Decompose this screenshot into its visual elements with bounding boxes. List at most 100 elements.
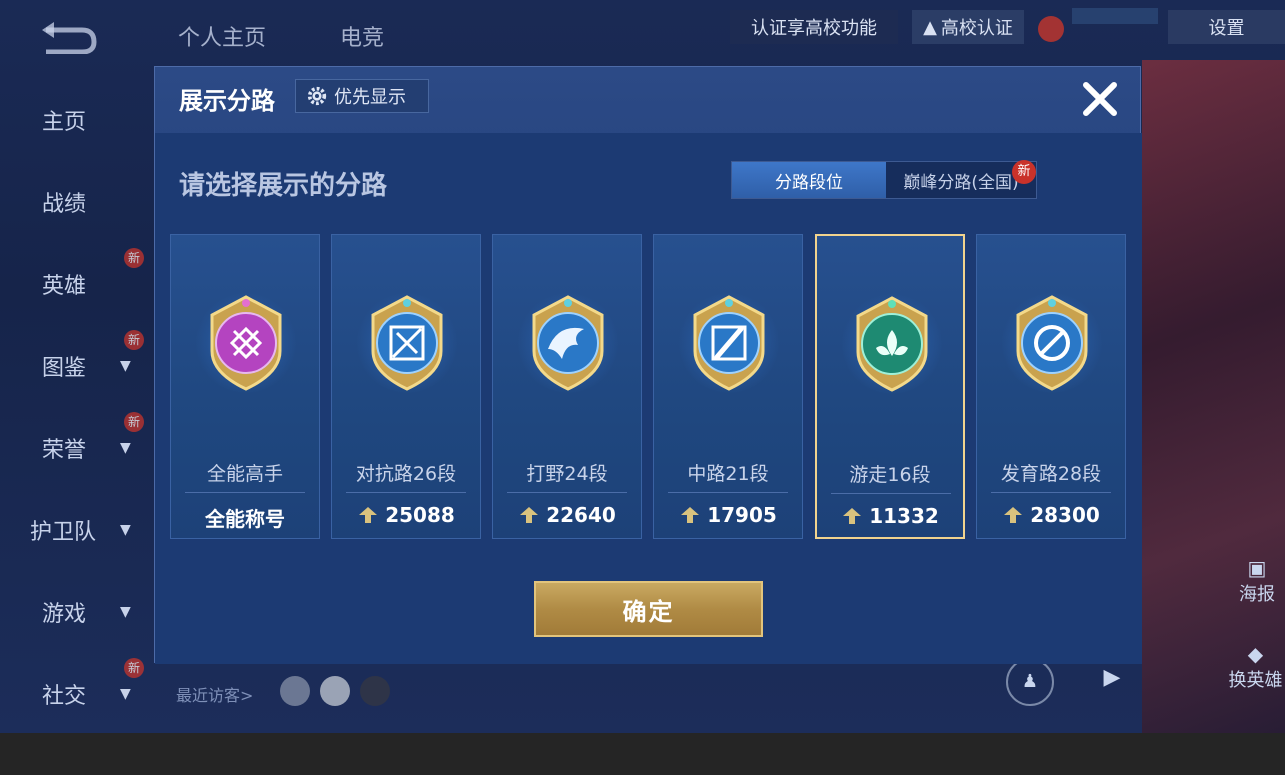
lane-mode-switch: 分路段位 巅峰分路(全国) 新 xyxy=(731,160,1037,199)
priority-display-button[interactable]: 优先显示 xyxy=(295,79,429,113)
lane-card-allround[interactable]: 全能高手 全能称号 xyxy=(170,234,320,539)
sidebar-item-label: 英雄 xyxy=(42,274,87,299)
sidebar-item-hero[interactable]: 英雄 新 xyxy=(0,248,155,314)
system-bottom-bar xyxy=(0,733,1285,775)
sword-emblem-icon xyxy=(371,295,443,391)
new-badge: 新 xyxy=(124,330,144,350)
poster-icon: ▣ xyxy=(1247,556,1267,580)
tab-profile[interactable]: 个人主页 xyxy=(178,20,266,52)
visitor-avatar[interactable] xyxy=(320,676,350,706)
close-icon[interactable] xyxy=(1080,79,1120,119)
lane-card-score-text: 22640 xyxy=(546,503,616,527)
wings-emblem-icon xyxy=(856,296,928,392)
card-divider xyxy=(668,492,788,493)
gear-icon xyxy=(307,86,327,106)
rank-points-icon xyxy=(843,508,862,524)
lane-card-clash[interactable]: 对抗路26段 25088 xyxy=(331,234,481,539)
lane-card-score: 全能称号 xyxy=(171,503,319,532)
rank-points-icon xyxy=(520,507,539,523)
sidebar-item-record[interactable]: 战绩 xyxy=(0,172,155,232)
swap-hero-button[interactable]: ◆ 换英雄 xyxy=(1226,642,1285,692)
card-divider xyxy=(831,493,951,494)
sidebar-item-label: 荣誉 xyxy=(42,438,87,463)
card-divider xyxy=(346,492,466,493)
swap-hero-icon: ◆ xyxy=(1247,642,1264,666)
new-badge: 新 xyxy=(124,248,144,268)
campus-verify-button[interactable]: ▲ 高校认证 xyxy=(912,10,1024,44)
dragon-emblem-icon xyxy=(532,295,604,391)
card-divider xyxy=(185,492,305,493)
dialog-title: 展示分路 xyxy=(179,87,275,115)
swap-hero-label: 换英雄 xyxy=(1228,670,1283,691)
lane-card-name: 全能高手 xyxy=(206,463,283,485)
sidebar-item-home[interactable]: 主页 xyxy=(0,90,155,150)
lane-card-jungle[interactable]: 打野24段 22640 xyxy=(492,234,642,539)
chevron-down-icon: ▼ xyxy=(120,604,131,620)
sidebar-item-label: 护卫队 xyxy=(30,520,97,545)
hero-artwork xyxy=(1142,60,1285,733)
card-divider xyxy=(507,492,627,493)
lane-card-score: 17905 xyxy=(654,503,802,527)
recent-visitors-link[interactable]: 最近访客> xyxy=(176,682,253,706)
chevron-down-icon: ▼ xyxy=(120,440,131,456)
tab-esports[interactable]: 电竞 xyxy=(340,20,384,52)
vip-status-bar xyxy=(1072,8,1158,24)
lane-card-name: 打野24段 xyxy=(526,463,608,485)
sidebar-item-label: 战绩 xyxy=(42,192,87,217)
lane-card-name: 游走16段 xyxy=(849,464,931,486)
lane-card-score: 22640 xyxy=(493,503,641,527)
settings-button[interactable]: 设置 xyxy=(1168,10,1285,44)
lane-card-name: 对抗路26段 xyxy=(355,463,457,485)
lane-card-roam[interactable]: 游走16段 11332 xyxy=(815,234,965,539)
poster-button[interactable]: ▣ 海报 xyxy=(1232,556,1282,606)
sidebar-item-label: 社交 xyxy=(42,684,87,709)
lane-card-score: 11332 xyxy=(817,504,963,528)
figure-icon[interactable]: ♟ xyxy=(1006,658,1054,706)
back-arrow-icon[interactable] xyxy=(38,18,98,54)
lane-card-score: 28300 xyxy=(977,503,1125,527)
staff-emblem-icon xyxy=(693,295,765,391)
lane-card-score-text: 25088 xyxy=(385,503,455,527)
select-lane-prompt: 请选择展示的分路 xyxy=(179,171,388,201)
vip-icon[interactable] xyxy=(1038,16,1064,42)
priority-display-label: 优先显示 xyxy=(334,87,406,108)
lane-card-score-text: 17905 xyxy=(707,503,777,527)
sidebar-item-game[interactable]: 游戏 ▼ xyxy=(0,582,155,642)
lane-card-name: 发育路28段 xyxy=(1000,463,1102,485)
confirm-button[interactable]: 确定 xyxy=(534,581,763,637)
sidebar-item-honor[interactable]: 荣誉 新 ▼ xyxy=(0,412,155,478)
lane-card-score-text: 全能称号 xyxy=(205,507,285,531)
purple-emblem-icon xyxy=(210,295,282,391)
verify-prompt[interactable]: 认证享高校功能 xyxy=(730,10,898,44)
new-badge: 新 xyxy=(124,412,144,432)
card-divider xyxy=(991,492,1111,493)
sidebar-item-codex[interactable]: 图鉴 新 ▼ xyxy=(0,330,155,396)
lane-card-mid[interactable]: 中路21段 17905 xyxy=(653,234,803,539)
visitor-avatar[interactable] xyxy=(360,676,390,706)
poster-label: 海报 xyxy=(1239,584,1275,605)
rank-points-icon xyxy=(1004,507,1023,523)
visitor-avatar[interactable] xyxy=(280,676,310,706)
lane-card-score-text: 28300 xyxy=(1030,503,1100,527)
sidebar-item-social[interactable]: 社交 新 ▼ xyxy=(0,658,155,724)
play-icon[interactable]: ▶ xyxy=(1092,658,1132,698)
lane-card-score: 25088 xyxy=(332,503,480,527)
sidebar-item-label: 游戏 xyxy=(42,602,87,627)
tab-lane-rank[interactable]: 分路段位 xyxy=(732,162,886,198)
sidebar-item-label: 图鉴 xyxy=(42,356,87,381)
campus-verify-label: 高校认证 xyxy=(940,18,1013,39)
rank-points-icon xyxy=(359,507,378,523)
new-badge: 新 xyxy=(1012,160,1036,184)
lane-card-farm[interactable]: 发育路28段 28300 xyxy=(976,234,1126,539)
rank-points-icon xyxy=(681,507,700,523)
new-badge: 新 xyxy=(124,658,144,678)
game-screen: 个人主页 电竞 认证享高校功能 ▲ 高校认证 设置 主页 战绩 英雄新 图鉴新 ▼… xyxy=(0,0,1285,733)
sidebar-item-guard[interactable]: 护卫队 ▼ xyxy=(0,500,155,560)
sidebar-item-label: 主页 xyxy=(42,110,87,135)
lane-card-score-text: 11332 xyxy=(869,504,939,528)
lane-card-name: 中路21段 xyxy=(687,463,769,485)
chevron-down-icon: ▼ xyxy=(120,358,131,374)
campus-icon: ▲ xyxy=(923,16,937,38)
chevron-down-icon: ▼ xyxy=(120,686,131,702)
chevron-down-icon: ▼ xyxy=(120,522,131,538)
